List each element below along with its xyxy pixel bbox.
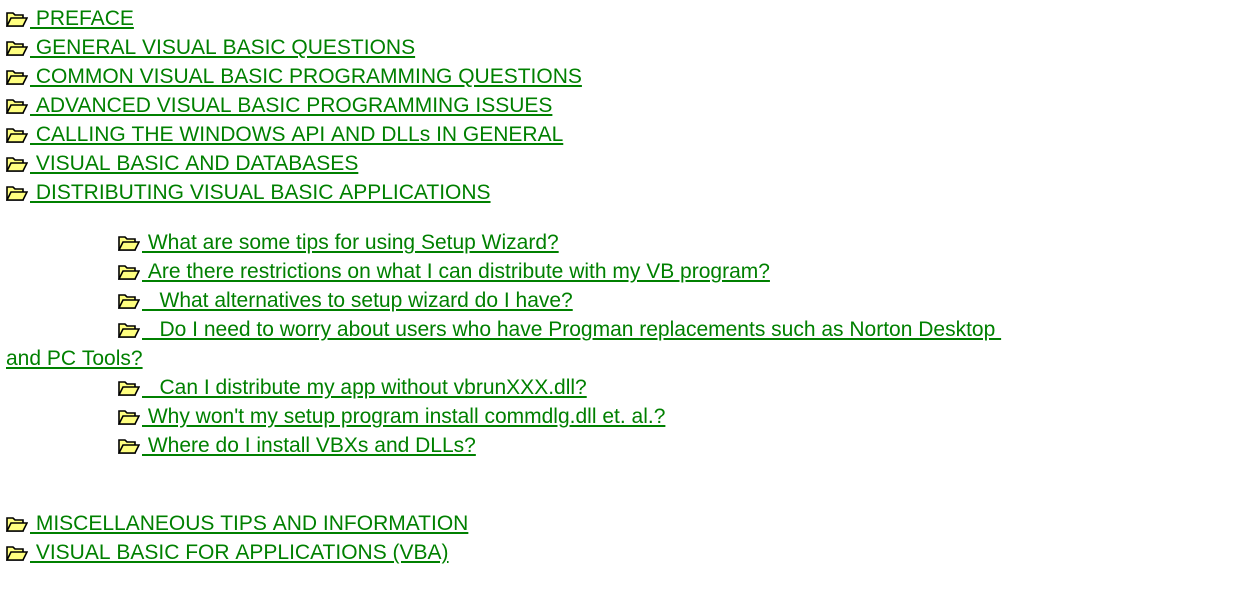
folder-open-icon bbox=[118, 408, 140, 426]
toc-item-distributing-vb-apps[interactable]: DISTRIBUTING VISUAL BASIC APPLICATIONS bbox=[6, 180, 491, 206]
folder-open-icon bbox=[118, 234, 140, 252]
folder-open-icon bbox=[6, 544, 28, 562]
toc-link-windows-api-dlls[interactable]: CALLING THE WINDOWS API AND DLLs IN GENE… bbox=[30, 123, 563, 146]
folder-open-icon bbox=[6, 515, 28, 533]
folder-open-icon bbox=[6, 10, 28, 28]
folder-open-icon bbox=[6, 184, 28, 202]
folder-open-icon bbox=[118, 379, 140, 397]
subtopic-link-setup-alternatives[interactable]: What alternatives to setup wizard do I h… bbox=[142, 289, 573, 312]
folder-open-icon bbox=[6, 97, 28, 115]
folder-open-icon bbox=[118, 437, 140, 455]
subtopic-link-install-vbx-dll[interactable]: Where do I install VBXs and DLLs? bbox=[142, 434, 476, 457]
toc-item-misc-tips[interactable]: MISCELLANEOUS TIPS AND INFORMATION bbox=[6, 511, 468, 537]
toc-link-advanced-vb-programming[interactable]: ADVANCED VISUAL BASIC PROGRAMMING ISSUES bbox=[30, 94, 553, 117]
toc-item-vba[interactable]: VISUAL BASIC FOR APPLICATIONS (VBA) bbox=[6, 540, 449, 566]
toc-link-distributing-vb-apps[interactable]: DISTRIBUTING VISUAL BASIC APPLICATIONS bbox=[30, 181, 491, 204]
subtopic-without-vbrun[interactable]: Can I distribute my app without vbrunXXX… bbox=[118, 375, 587, 401]
toc-link-vb-databases[interactable]: VISUAL BASIC AND DATABASES bbox=[30, 152, 359, 175]
toc-item-vb-databases[interactable]: VISUAL BASIC AND DATABASES bbox=[6, 151, 358, 177]
subtopic-commdlg-install[interactable]: Why won't my setup program install commd… bbox=[118, 404, 665, 430]
folder-open-icon bbox=[118, 321, 140, 339]
subtopic-setup-wizard-tips[interactable]: What are some tips for using Setup Wizar… bbox=[118, 230, 559, 256]
toc-item-advanced-vb-programming[interactable]: ADVANCED VISUAL BASIC PROGRAMMING ISSUES bbox=[6, 93, 552, 119]
folder-open-icon bbox=[118, 292, 140, 310]
folder-open-icon bbox=[6, 39, 28, 57]
subtopic-progman-replacements[interactable]: Do I need to worry about users who have … bbox=[118, 317, 1001, 343]
toc-item-windows-api-dlls[interactable]: CALLING THE WINDOWS API AND DLLs IN GENE… bbox=[6, 122, 563, 148]
subtopic-link-distribution-restrictions[interactable]: Are there restrictions on what I can dis… bbox=[142, 260, 770, 283]
toc-link-vba[interactable]: VISUAL BASIC FOR APPLICATIONS (VBA) bbox=[30, 541, 449, 564]
toc-link-general-vb-questions[interactable]: GENERAL VISUAL BASIC QUESTIONS bbox=[30, 36, 415, 59]
toc-item-common-vb-programming[interactable]: COMMON VISUAL BASIC PROGRAMMING QUESTION… bbox=[6, 64, 582, 90]
subtopic-link-commdlg-install[interactable]: Why won't my setup program install commd… bbox=[142, 405, 666, 428]
folder-open-icon bbox=[6, 126, 28, 144]
folder-open-icon bbox=[118, 263, 140, 281]
toc-item-preface[interactable]: PREFACE bbox=[6, 6, 134, 32]
toc-link-common-vb-programming[interactable]: COMMON VISUAL BASIC PROGRAMMING QUESTION… bbox=[30, 65, 582, 88]
toc-link-preface[interactable]: PREFACE bbox=[30, 7, 134, 30]
subtopic-link-progman-replacements[interactable]: Do I need to worry about users who have … bbox=[142, 318, 1001, 341]
subtopic-setup-alternatives[interactable]: What alternatives to setup wizard do I h… bbox=[118, 288, 573, 314]
subtopic-link-progman-replacements-cont[interactable]: and PC Tools? bbox=[6, 347, 143, 370]
folder-open-icon bbox=[6, 155, 28, 173]
subtopic-link-without-vbrun[interactable]: Can I distribute my app without vbrunXXX… bbox=[142, 376, 587, 399]
toc-link-misc-tips[interactable]: MISCELLANEOUS TIPS AND INFORMATION bbox=[30, 512, 469, 535]
subtopic-distribution-restrictions[interactable]: Are there restrictions on what I can dis… bbox=[118, 259, 770, 285]
subtopic-install-vbx-dll[interactable]: Where do I install VBXs and DLLs? bbox=[118, 433, 476, 459]
subtopic-link-setup-wizard-tips[interactable]: What are some tips for using Setup Wizar… bbox=[142, 231, 559, 254]
folder-open-icon bbox=[6, 68, 28, 86]
toc-item-general-vb-questions[interactable]: GENERAL VISUAL BASIC QUESTIONS bbox=[6, 35, 415, 61]
subtopic-progman-replacements-cont[interactable]: and PC Tools? bbox=[6, 346, 143, 372]
